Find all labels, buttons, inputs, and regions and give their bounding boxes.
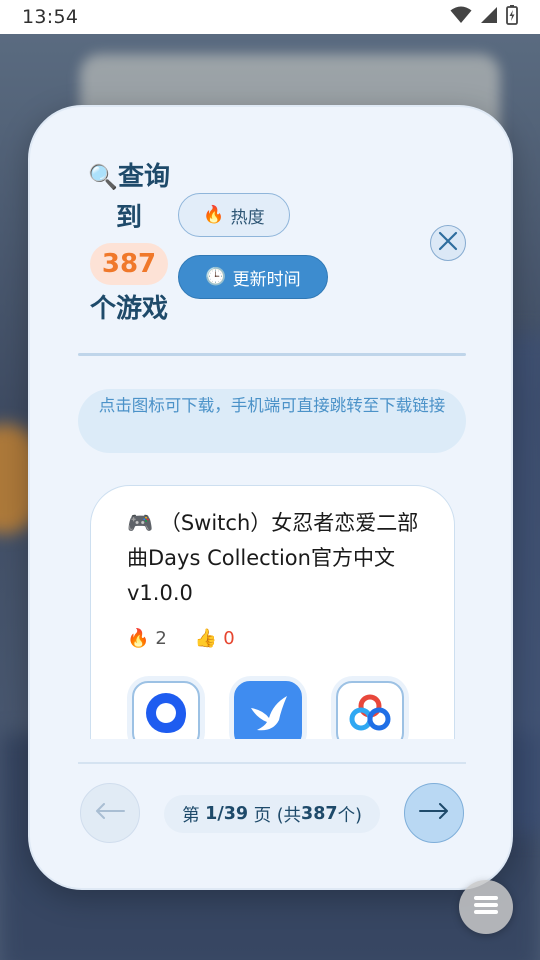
footer-divider xyxy=(78,762,466,764)
fire-icon: 🔥 xyxy=(203,205,225,225)
search-results-modal: 🔍查询 到 387 个游戏 🔥 热度 🕒 更新时间 点击图标可下载，手机端可直接… xyxy=(28,105,513,890)
sort-by-update-time-button[interactable]: 🕒 更新时间 xyxy=(178,255,328,299)
search-icon: 🔍 xyxy=(88,163,118,191)
page-indicator: 第 1/39 页 (共 387 个) xyxy=(164,795,380,833)
baidu-netdisk-download-button[interactable] xyxy=(336,681,404,739)
previous-page-button[interactable] xyxy=(80,783,140,843)
game-stats: 🔥 2 👍 0 xyxy=(127,628,235,649)
game-card[interactable]: 🎮 （Switch）女忍者恋爱二部曲Days Collection官方中文v1.… xyxy=(90,485,455,739)
battery-charging-icon xyxy=(506,5,518,29)
total-count: 387 xyxy=(301,804,338,824)
close-button[interactable] xyxy=(430,225,466,261)
gamepad-icon: 🎮 xyxy=(127,511,154,535)
baidu-netdisk-icon xyxy=(346,689,394,739)
current-page: 1/39 xyxy=(205,804,249,824)
quark-icon xyxy=(143,690,189,739)
game-title: 🎮 （Switch）女忍者恋爱二部曲Days Collection官方中文v1.… xyxy=(127,511,419,605)
header-divider xyxy=(78,353,466,356)
like-count: 0 xyxy=(223,628,235,649)
download-notice: 点击图标可下载，手机端可直接跳转至下载链接 xyxy=(78,389,466,453)
menu-icon xyxy=(473,894,499,920)
quark-download-button[interactable] xyxy=(132,681,200,739)
fire-icon: 🔥 xyxy=(127,628,150,649)
hot-stat: 🔥 2 xyxy=(127,628,167,649)
download-links xyxy=(127,676,409,739)
clock-icon: 🕒 xyxy=(205,267,227,287)
next-page-button[interactable] xyxy=(404,783,464,843)
thunder-download-button[interactable] xyxy=(234,681,302,739)
thunder-icon xyxy=(243,688,293,739)
floating-menu-button[interactable] xyxy=(459,880,513,934)
hot-count: 2 xyxy=(155,628,167,649)
results-heading: 🔍查询 到 387 个游戏 xyxy=(80,157,178,330)
arrow-left-icon xyxy=(95,803,125,823)
sort-hot-label: 热度 xyxy=(230,207,265,228)
signal-icon xyxy=(480,6,498,28)
heading-text-2: 到 xyxy=(115,203,142,233)
heading-text-1: 查询 xyxy=(117,162,170,192)
game-list[interactable]: 🎮 （Switch）女忍者恋爱二部曲Days Collection官方中文v1.… xyxy=(70,477,475,739)
thumbs-up-icon: 👍 xyxy=(194,628,218,649)
sort-by-hot-button[interactable]: 🔥 热度 xyxy=(178,193,290,237)
heading-text-3: 个游戏 xyxy=(89,294,168,324)
status-time: 13:54 xyxy=(22,6,79,28)
close-icon xyxy=(437,230,459,256)
status-bar: 13:54 xyxy=(0,0,540,34)
sort-time-label: 更新时间 xyxy=(232,269,301,290)
arrow-right-icon xyxy=(419,803,449,823)
like-stat[interactable]: 👍 0 xyxy=(195,628,235,649)
wifi-icon xyxy=(450,6,472,28)
result-count-badge: 387 xyxy=(89,243,169,285)
